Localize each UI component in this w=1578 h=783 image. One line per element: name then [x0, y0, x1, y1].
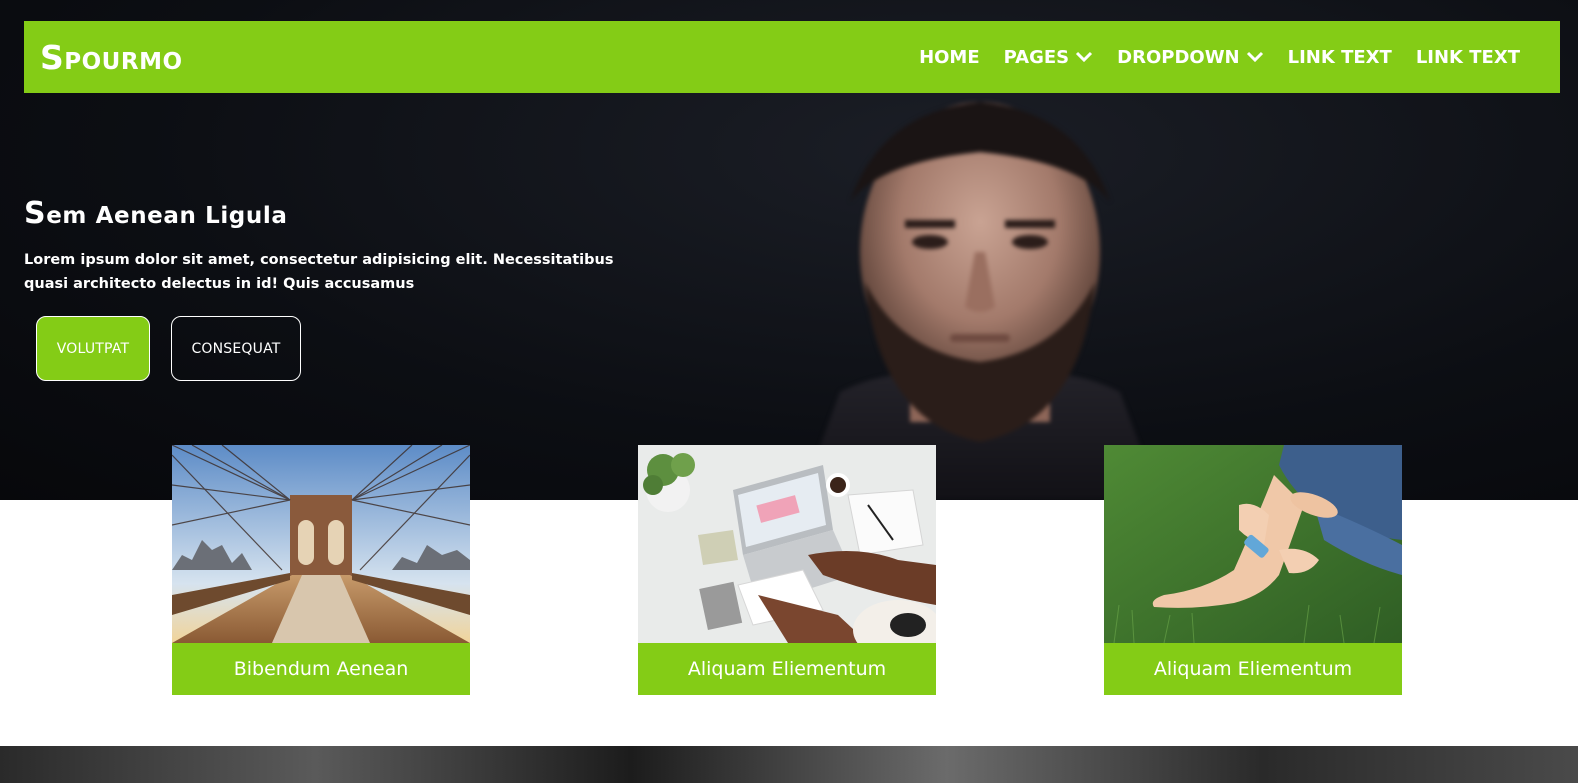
nav-item-pages[interactable]: PAGES [1004, 47, 1094, 68]
chevron-down-icon [1076, 51, 1093, 63]
nav-item-label: HOME [919, 46, 980, 68]
chevron-down-icon [1246, 51, 1263, 63]
feature-card-2[interactable]: Aliquam Eliementum [638, 445, 936, 695]
nav-item-dropdown[interactable]: DROPDOWN [1117, 47, 1263, 68]
desk-laptop-photo [638, 445, 936, 643]
barefoot-grass-photo [1104, 445, 1402, 643]
hero-title-initial: S [24, 196, 47, 231]
nav-item-label: LINK TEXT [1287, 46, 1392, 68]
nav-menu: HOME PAGES DROPDOWN LINK TEXT LINK TEXT [919, 47, 1520, 68]
feature-card-1[interactable]: Bibendum Aenean [172, 445, 470, 695]
navbar: Spourmo HOME PAGES DROPDOWN LINK TEXT LI [24, 21, 1560, 93]
hero-portrait-image [760, 92, 1200, 500]
card-caption: Aliquam Eliementum [638, 643, 936, 695]
hero-title-rest: em Aenean Ligula [46, 203, 288, 229]
hero-section: Spourmo HOME PAGES DROPDOWN LINK TEXT LI [0, 0, 1578, 500]
nav-item-link-text-2[interactable]: LINK TEXT [1416, 47, 1520, 68]
nav-item-label: LINK TEXT [1415, 46, 1520, 68]
brand-logo[interactable]: Spourmo [40, 38, 183, 77]
page: Spourmo HOME PAGES DROPDOWN LINK TEXT LI [0, 0, 1578, 783]
hero-description: Lorem ipsum dolor sit amet, consectetur … [24, 252, 614, 292]
footer-background-strip [0, 746, 1578, 783]
feature-card-3[interactable]: Aliquam Eliementum [1104, 445, 1402, 695]
nav-item-home[interactable]: HOME [919, 47, 980, 68]
bridge-photo [172, 445, 470, 643]
nav-item-label: DROPDOWN [1117, 46, 1240, 68]
volutpat-button[interactable]: VOLUTPAT [36, 316, 150, 381]
card-caption: Aliquam Eliementum [1104, 643, 1402, 695]
nav-item-link-text-1[interactable]: LINK TEXT [1288, 47, 1392, 68]
card-caption: Bibendum Aenean [172, 643, 470, 695]
nav-item-label: PAGES [1003, 46, 1070, 68]
hero-title: Sem Aenean Ligula [24, 196, 287, 231]
consequat-button[interactable]: CONSEQUAT [171, 316, 301, 381]
